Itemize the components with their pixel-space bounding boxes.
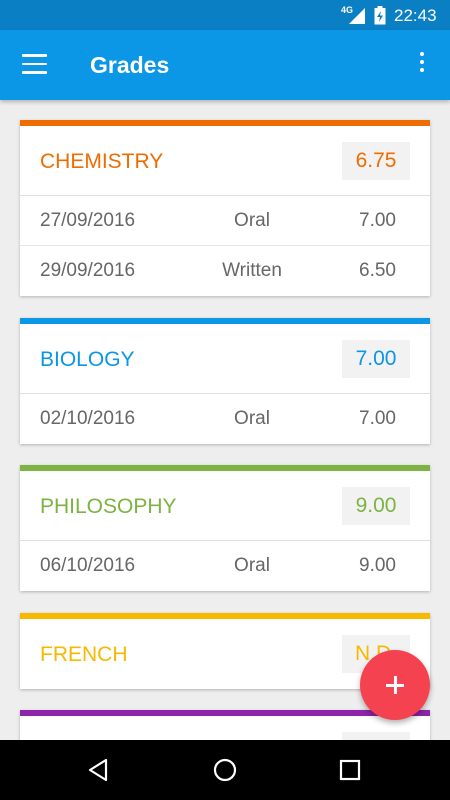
subject-list: CHEMISTRY 6.75 27/09/2016 Oral 7.00 29/0…: [0, 100, 450, 740]
clock: 22:43: [394, 6, 437, 25]
grade-type: Oral: [234, 408, 270, 429]
home-icon[interactable]: [212, 757, 238, 783]
more-options-icon[interactable]: [414, 52, 430, 80]
grade-date: 02/10/2016: [40, 408, 136, 429]
recents-icon[interactable]: [337, 757, 363, 783]
grade-row[interactable]: 02/10/2016 Oral 7.00: [20, 394, 430, 444]
subject-average: 6.75: [342, 142, 410, 180]
subject-average: 9.00: [342, 487, 410, 525]
subject-average: [342, 732, 410, 740]
subject-card-philosophy[interactable]: PHILOSOPHY 9.00 06/10/2016 Oral 9.00: [20, 465, 430, 591]
grade-type: Oral: [234, 555, 270, 576]
hamburger-menu-icon[interactable]: [22, 54, 48, 76]
page-title: Grades: [90, 52, 170, 78]
plus-icon-stroke: [394, 676, 397, 694]
status-bar: 4G 22:43: [0, 0, 450, 30]
subject-header[interactable]: PHILOSOPHY 9.00: [20, 471, 430, 541]
grade-value: 7.00: [359, 210, 396, 231]
subject-card-next[interactable]: [20, 710, 430, 740]
signal-icon: [349, 8, 365, 24]
subject-header[interactable]: BIOLOGY 7.00: [20, 324, 430, 394]
back-icon[interactable]: [86, 757, 112, 783]
grade-row[interactable]: 06/10/2016 Oral 9.00: [20, 541, 430, 591]
grade-value: 7.00: [359, 408, 396, 429]
app-bar: Grades: [0, 30, 450, 100]
grade-row[interactable]: 27/09/2016 Oral 7.00: [20, 196, 430, 246]
subject-name: BIOLOGY: [40, 348, 135, 371]
battery-icon: [374, 6, 386, 25]
grade-type: Written: [222, 260, 282, 281]
grade-value: 6.50: [359, 260, 396, 281]
subject-header[interactable]: CHEMISTRY 6.75: [20, 126, 430, 196]
grade-type: Oral: [234, 210, 270, 231]
navigation-bar: [0, 740, 450, 800]
subject-average: 7.00: [342, 340, 410, 378]
subject-name: CHEMISTRY: [40, 150, 164, 173]
subject-name: PHILOSOPHY: [40, 495, 177, 518]
subject-header[interactable]: [20, 716, 430, 740]
grade-date: 27/09/2016: [40, 210, 136, 231]
add-grade-button[interactable]: [360, 650, 430, 720]
grade-date: 06/10/2016: [40, 555, 136, 576]
subject-card-biology[interactable]: BIOLOGY 7.00 02/10/2016 Oral 7.00: [20, 318, 430, 444]
grade-row[interactable]: 29/09/2016 Written 6.50: [20, 246, 430, 296]
subject-name: FRENCH: [40, 643, 128, 666]
grade-value: 9.00: [359, 555, 396, 576]
grade-date: 29/09/2016: [40, 260, 136, 281]
subject-card-chemistry[interactable]: CHEMISTRY 6.75 27/09/2016 Oral 7.00 29/0…: [20, 120, 430, 296]
